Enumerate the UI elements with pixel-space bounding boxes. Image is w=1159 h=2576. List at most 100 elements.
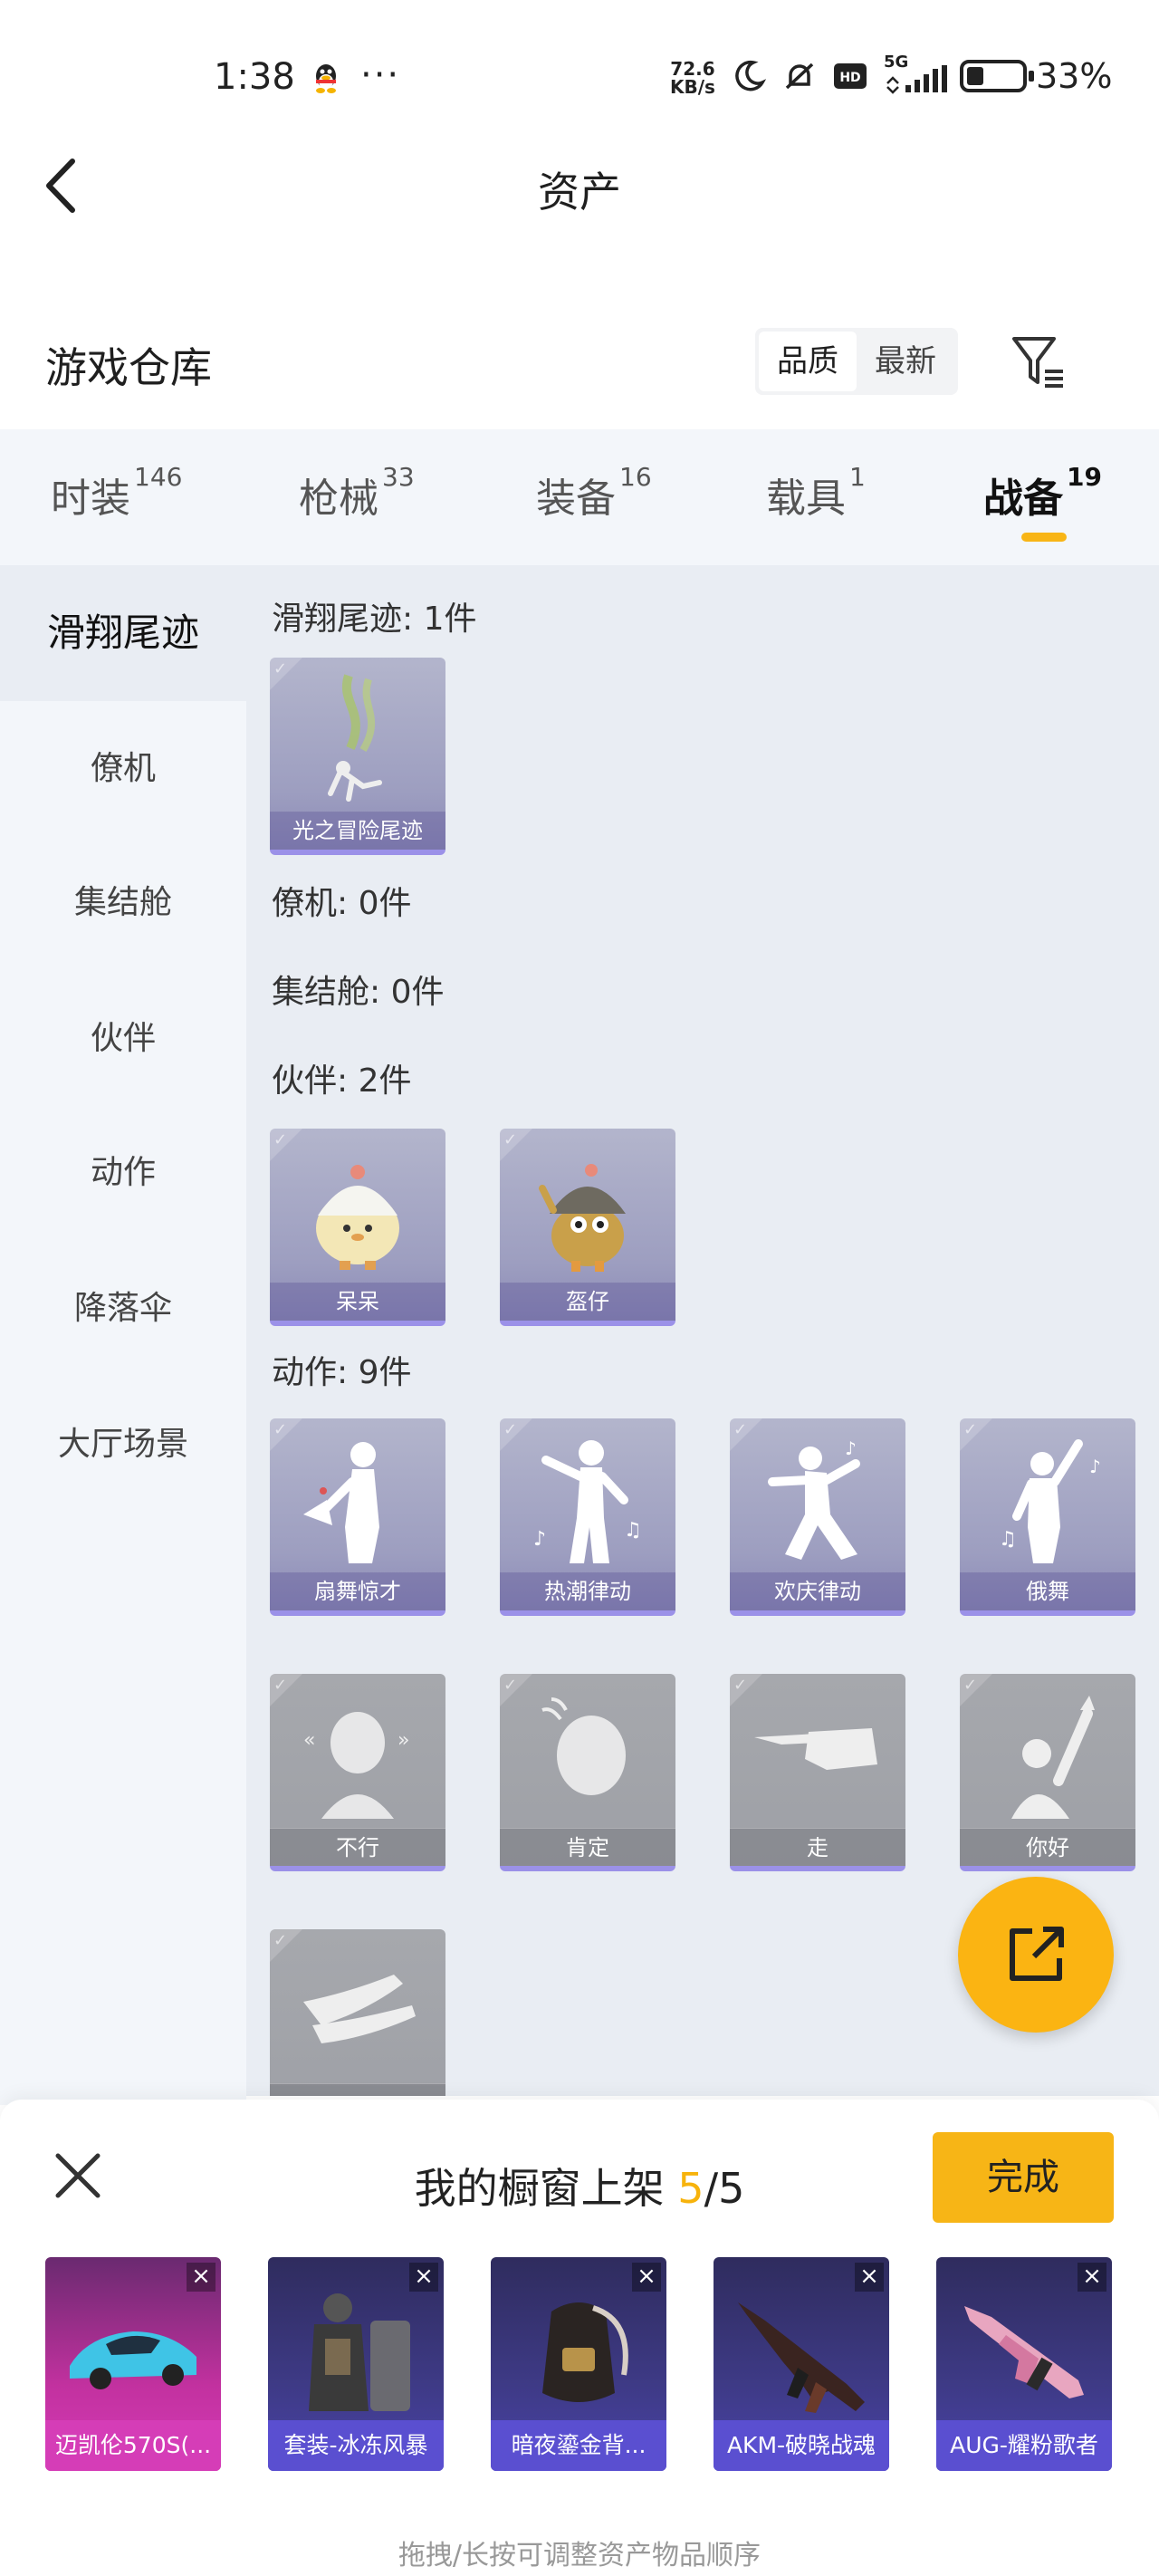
showcase-item-label: 套装-冰冻风暴 — [268, 2420, 444, 2471]
svg-text:«: « — [303, 1729, 315, 1752]
warehouse-title: 游戏仓库 — [45, 343, 212, 392]
sort-quality-button[interactable]: 品质 — [759, 332, 857, 391]
more-notifications-icon: ··· — [360, 54, 401, 96]
showcase-item-label: AUG-耀粉歌者 — [936, 2420, 1112, 2471]
wave-hello-emote-art — [1011, 1696, 1095, 1819]
section-title-wingman: 僚机: 0件 — [272, 885, 412, 922]
item-card[interactable]: ✓ ♪ 欢庆律动 — [730, 1418, 905, 1616]
nod-emote-art — [541, 1697, 626, 1795]
share-button[interactable] — [958, 1877, 1114, 2033]
category-tabs: 时装 146 枪械 33 装备 16 载具 1 战备 19 — [0, 429, 1159, 565]
status-icons: HD 5G — [732, 53, 953, 94]
status-time: 1:38 — [214, 56, 295, 98]
remove-item-icon[interactable]: × — [1078, 2263, 1106, 2292]
item-card[interactable]: ✓ 肯定 — [500, 1674, 675, 1871]
sports-car-art — [70, 2331, 196, 2389]
svg-text:HD: HD — [839, 71, 860, 85]
tab-fashion[interactable]: 时装 146 — [51, 462, 182, 524]
done-button[interactable]: 完成 — [933, 2132, 1114, 2223]
network-speed: 72.6 KB/s — [670, 58, 715, 98]
showcase-item[interactable]: × 套装-冰冻风暴 — [268, 2257, 444, 2471]
showcase-item[interactable]: × 暗夜鎏金背... — [491, 2257, 666, 2471]
svg-text:♪: ♪ — [533, 1528, 546, 1551]
remove-item-icon[interactable]: × — [855, 2263, 884, 2292]
showcase-item[interactable]: × AKM-破晓战魂 — [714, 2257, 889, 2471]
item-card[interactable]: ✓ — [270, 1929, 445, 2096]
item-card[interactable]: ✓ « » 不行 — [270, 1674, 445, 1871]
svg-text:»: » — [398, 1729, 409, 1752]
tab-equipment[interactable]: 装备 16 — [536, 462, 652, 524]
sort-newest-button[interactable]: 最新 — [857, 332, 954, 391]
battery-icon — [960, 60, 1034, 92]
russian-dance-emote-art: ♪ ♫ — [999, 1439, 1101, 1563]
signal-icon: 5G — [884, 53, 953, 94]
item-card[interactable]: ✓ 你好 — [960, 1674, 1135, 1871]
svg-text:♪: ♪ — [1089, 1456, 1101, 1477]
filter-icon[interactable] — [1011, 333, 1068, 391]
fan-dance-emote-art — [303, 1442, 379, 1563]
item-label: 扇舞惊才 — [270, 1572, 445, 1610]
mute-bell-icon — [785, 62, 814, 90]
sidebar-item-companion[interactable]: 伙伴 — [0, 971, 246, 1107]
item-label: 欢庆律动 — [730, 1572, 905, 1610]
hot-groove-emote-art: ♪ ♫ — [533, 1440, 642, 1563]
item-card[interactable]: ✓ 光之冒险尾迹 — [270, 658, 445, 855]
sidebar-item-lobby-scene[interactable]: 大厅场景 — [0, 1377, 246, 1513]
aug-rifle-art — [964, 2306, 1084, 2398]
item-card[interactable]: ✓ 盔仔 — [500, 1129, 675, 1326]
page-title: 资产 — [538, 168, 621, 216]
akm-rifle-art — [738, 2302, 865, 2413]
hd-icon: HD — [834, 63, 867, 89]
remove-item-icon[interactable]: × — [187, 2263, 216, 2292]
item-label: 呆呆 — [270, 1283, 445, 1321]
showcase-current-count: 5 — [677, 2164, 704, 2213]
tab-combat-prep[interactable]: 战备 19 — [983, 462, 1102, 524]
battery-percent: 33% — [1036, 56, 1113, 96]
item-label: 你好 — [960, 1828, 1135, 1866]
item-label: 热潮律动 — [500, 1572, 675, 1610]
item-card[interactable]: ✓ 走 — [730, 1674, 905, 1871]
helmet-chick-art — [539, 1164, 626, 1272]
showcase-item[interactable]: × 迈凯伦570S(... — [45, 2257, 221, 2471]
sidebar-item-glide-trail[interactable]: 滑翔尾迹 — [0, 565, 246, 701]
reorder-hint: 拖拽/长按可调整资产物品顺序 — [398, 2540, 761, 2571]
clap-emote-art — [303, 1975, 416, 2043]
pointing-hand-emote-art — [754, 1728, 877, 1770]
tab-vehicles[interactable]: 载具 1 — [766, 462, 866, 524]
sidebar-item-assembly-pod[interactable]: 集结舱 — [0, 835, 246, 971]
showcase-item-label: AKM-破晓战魂 — [714, 2420, 889, 2471]
tab-active-indicator — [1021, 533, 1067, 542]
item-card[interactable]: ✓ ♪ ♫ 热潮律动 — [500, 1418, 675, 1616]
section-title-emote: 动作: 9件 — [272, 1354, 412, 1391]
sort-toggle: 品质 最新 — [755, 328, 958, 395]
remove-item-icon[interactable]: × — [632, 2263, 661, 2292]
item-card[interactable]: ✓ ♪ ♫ 俄舞 — [960, 1418, 1135, 1616]
sidebar-item-wingman[interactable]: 僚机 — [0, 701, 246, 837]
sidebar-item-emote[interactable]: 动作 — [0, 1105, 246, 1241]
glide-trail-art — [328, 674, 382, 802]
section-title-companion: 伙伴: 2件 — [272, 1062, 412, 1100]
item-label: 走 — [730, 1828, 905, 1866]
chick-companion-art — [316, 1165, 399, 1270]
section-title-glide-trail: 滑翔尾迹: 1件 — [272, 601, 477, 638]
section-title-assembly-pod: 集结舱: 0件 — [272, 974, 445, 1011]
outfit-art — [309, 2293, 410, 2411]
qq-icon — [316, 64, 336, 93]
item-label: 光之冒险尾迹 — [270, 812, 445, 850]
showcase-item[interactable]: × AUG-耀粉歌者 — [936, 2257, 1112, 2471]
showcase-item-label: 迈凯伦570S(... — [45, 2420, 221, 2471]
tab-guns[interactable]: 枪械 33 — [299, 462, 415, 524]
shake-head-emote-art: « » — [303, 1712, 409, 1819]
item-label: 俄舞 — [960, 1572, 1135, 1610]
item-card[interactable]: ✓ 扇舞惊才 — [270, 1418, 445, 1616]
remove-item-icon[interactable]: × — [409, 2263, 438, 2292]
item-grid: 滑翔尾迹: 1件 ✓ 光之冒险尾迹 僚机: 0件 集结舱: 0件 伙伴: 2件 … — [246, 565, 1159, 2096]
sidebar: 滑翔尾迹 僚机 集结舱 伙伴 动作 降落伞 大厅场景 — [0, 565, 246, 2105]
moon-icon — [735, 60, 766, 91]
svg-text:♫: ♫ — [624, 1519, 642, 1542]
item-card[interactable]: ✓ 呆呆 — [270, 1129, 445, 1326]
item-label: 盔仔 — [500, 1283, 675, 1321]
showcase-item-label: 暗夜鎏金背... — [491, 2420, 666, 2471]
sidebar-item-parachute[interactable]: 降落伞 — [0, 1241, 246, 1377]
svg-text:♫: ♫ — [999, 1528, 1017, 1551]
